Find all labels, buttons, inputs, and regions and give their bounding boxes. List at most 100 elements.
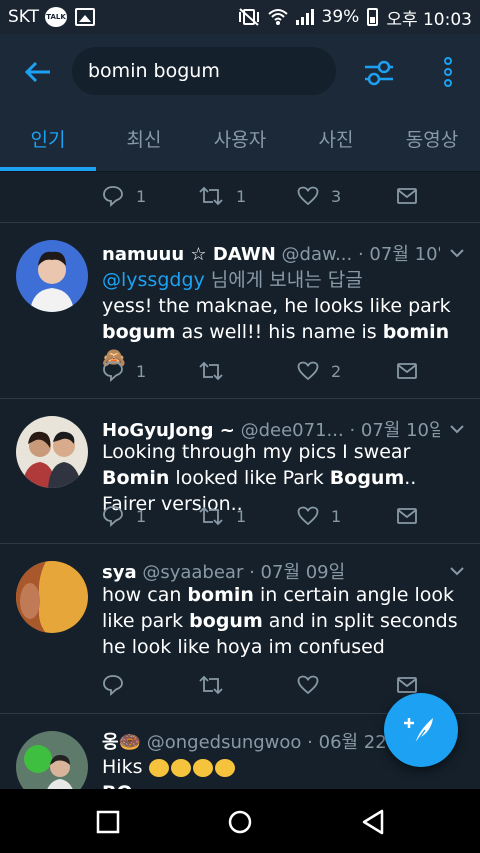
reply-button[interactable]: 1 xyxy=(102,185,146,207)
tweet-partial[interactable]: 1 1 3 xyxy=(0,172,480,223)
vibrate-mute-icon xyxy=(238,8,259,26)
avatar[interactable] xyxy=(16,240,88,312)
chevron-down-icon[interactable] xyxy=(450,422,464,436)
highlight-term: bomin xyxy=(382,321,450,343)
heart-icon xyxy=(297,361,319,381)
avatar[interactable] xyxy=(16,416,88,488)
avatar[interactable] xyxy=(16,561,88,633)
tweet-actions: 1 2 xyxy=(102,358,432,384)
text-part: Looking through my pics I swear xyxy=(102,441,411,463)
retweet-button[interactable]: 1 xyxy=(198,185,246,207)
search-input[interactable]: bomin bogum xyxy=(72,47,336,95)
reply-icon xyxy=(103,361,123,382)
tweet-text: @lyssgdgy 님에게 보내는 답글 yess! the maknae, h… xyxy=(102,267,462,371)
tab-photos[interactable]: 사진 xyxy=(288,118,384,171)
like-button[interactable] xyxy=(297,675,319,695)
retweet-icon xyxy=(199,361,223,381)
reply-suffix: 님에게 보내는 답글 xyxy=(204,269,363,291)
reply-button[interactable] xyxy=(102,674,124,696)
signal-icon xyxy=(295,9,314,25)
chevron-down-icon[interactable] xyxy=(450,564,464,578)
like-button[interactable]: 1 xyxy=(297,506,341,526)
tweet-actions: 1 1 3 xyxy=(102,183,432,209)
tweet-item[interactable]: HoGyuJong ~ @dee071... · 07월 10일 Looking… xyxy=(0,399,480,544)
filter-icon[interactable] xyxy=(362,56,396,90)
dm-button[interactable] xyxy=(396,676,418,694)
tab-latest[interactable]: 최신 xyxy=(96,118,192,171)
retweet-icon xyxy=(199,506,223,526)
tweet-actions: 1 1 1 xyxy=(102,503,432,529)
like-button[interactable]: 3 xyxy=(297,186,341,206)
search-tabs: 인기 최신 사용자 사진 동영상 xyxy=(0,118,480,172)
dm-icon xyxy=(397,677,417,693)
highlight-term: Bomin xyxy=(102,467,170,489)
dm-button[interactable] xyxy=(396,507,418,525)
nav-home-icon[interactable] xyxy=(226,808,254,836)
display-name[interactable]: namuuu ☆ DAWN xyxy=(102,244,276,265)
dm-icon xyxy=(397,508,417,524)
battery-percent: 39% xyxy=(321,7,360,27)
highlight-term: bogum xyxy=(102,321,176,343)
handle[interactable]: @ongedsungwoo xyxy=(147,732,302,753)
back-arrow-icon[interactable] xyxy=(22,56,54,88)
timestamp: · 07월 09일 xyxy=(249,562,346,583)
tweet-text: how can bomin in certain angle look like… xyxy=(102,582,462,660)
dm-button[interactable] xyxy=(396,187,418,205)
handle[interactable]: @syaabear xyxy=(142,562,243,583)
compose-icon xyxy=(404,718,433,745)
like-count: 3 xyxy=(331,186,342,206)
reply-count: 1 xyxy=(136,361,147,381)
heart-icon xyxy=(297,675,319,695)
reply-context: @lyssgdgy 님에게 보내는 답글 xyxy=(102,267,462,293)
search-query: bomin bogum xyxy=(88,60,220,82)
timestamp: · 07월 10일 xyxy=(349,420,440,441)
status-bar: SKT TALK 39% 오후 10:03 xyxy=(0,0,480,34)
handle[interactable]: @daw... xyxy=(282,244,353,265)
reply-count: 1 xyxy=(136,506,147,526)
like-button[interactable]: 2 xyxy=(297,361,341,381)
handle[interactable]: @dee071... xyxy=(241,420,344,441)
retweet-icon xyxy=(199,675,223,695)
like-count: 1 xyxy=(331,506,342,526)
reply-count: 1 xyxy=(136,186,147,206)
nav-back-icon[interactable] xyxy=(360,808,388,836)
avatar[interactable] xyxy=(16,731,88,789)
reply-icon xyxy=(103,186,123,207)
dm-icon xyxy=(397,363,417,379)
reply-button[interactable]: 1 xyxy=(102,505,146,527)
tab-top[interactable]: 인기 xyxy=(0,118,96,171)
compose-tweet-button[interactable] xyxy=(384,693,458,767)
display-name[interactable]: 옹🍩 xyxy=(102,732,141,753)
tweet-item[interactable]: sya @syaabear · 07월 09일 how can bomin in… xyxy=(0,544,480,714)
tweet-actions xyxy=(102,672,432,698)
retweet-count: 1 xyxy=(236,506,247,526)
wifi-icon xyxy=(267,9,288,25)
mention-link[interactable]: @lyssgdgy xyxy=(102,269,205,291)
reply-button[interactable]: 1 xyxy=(102,360,146,382)
display-name[interactable]: sya xyxy=(102,562,137,583)
retweet-button[interactable] xyxy=(198,360,224,382)
tab-people[interactable]: 사용자 xyxy=(192,118,288,171)
heart-icon xyxy=(297,186,319,206)
tweet-body-continued: BO xyxy=(102,780,462,789)
reply-icon xyxy=(103,675,123,696)
nav-recents-icon[interactable] xyxy=(94,808,122,836)
chevron-down-icon[interactable] xyxy=(450,246,464,260)
display-name[interactable]: HoGyuJong ~ xyxy=(102,420,235,441)
tweet-header: sya @syaabear · 07월 09일 xyxy=(102,558,440,584)
clock: 오후 10:03 xyxy=(386,9,472,30)
dm-button[interactable] xyxy=(396,362,418,380)
tab-videos[interactable]: 동영상 xyxy=(384,118,480,171)
timestamp: · 06월 22 xyxy=(307,732,387,753)
timestamp: · 07월 10일 xyxy=(357,244,440,265)
like-count: 2 xyxy=(331,361,342,381)
tweet-item[interactable]: namuuu ☆ DAWN @daw... · 07월 10일 @lyssgdg… xyxy=(0,223,480,399)
more-vert-icon[interactable] xyxy=(440,54,456,90)
kakaotalk-notification-icon: TALK xyxy=(45,7,68,27)
carrier-label: SKT xyxy=(8,7,40,27)
retweet-button[interactable]: 1 xyxy=(198,505,246,527)
retweet-button[interactable] xyxy=(198,674,224,696)
app-bar: bomin bogum xyxy=(0,34,480,118)
retweet-count: 1 xyxy=(236,186,247,206)
text-part: looked like Park xyxy=(169,467,330,489)
